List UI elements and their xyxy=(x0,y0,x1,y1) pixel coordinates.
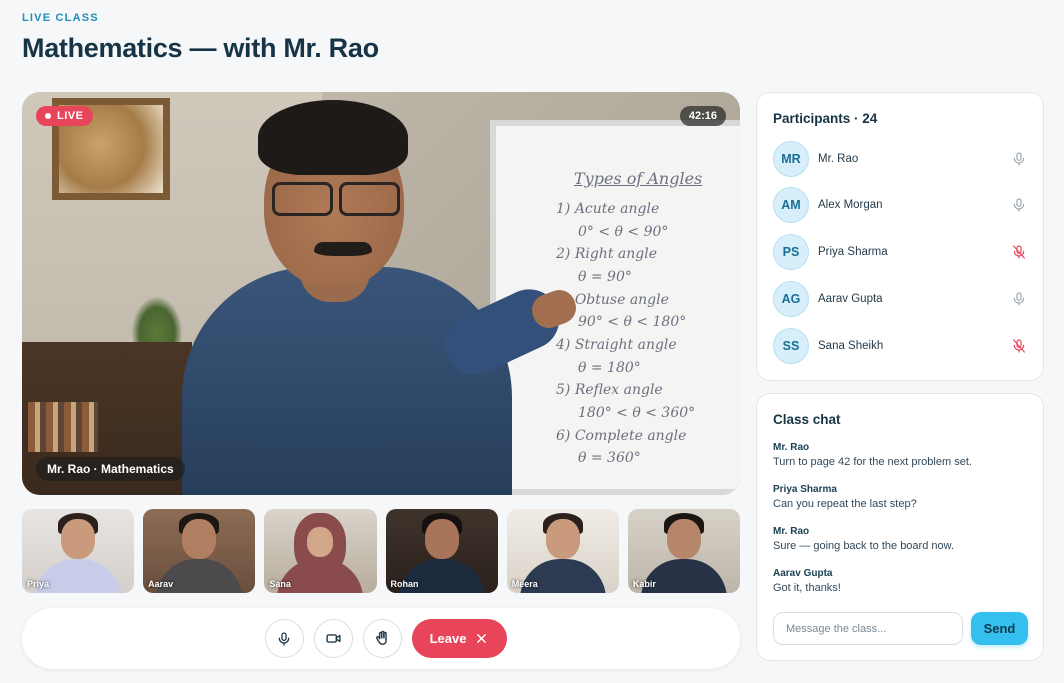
chat-author: Mr. Rao xyxy=(773,442,810,453)
chat-author: Aarav Gupta xyxy=(773,568,833,579)
participants-title: Participants · 24 xyxy=(773,111,878,126)
participant-row[interactable]: AG Aarav Gupta xyxy=(773,281,1031,317)
thumbnail-priya[interactable]: Priya xyxy=(22,509,135,593)
thumbnail-name: Aarav xyxy=(148,579,174,589)
call-controls: Leave xyxy=(22,608,740,669)
thumbnail-name: Priya xyxy=(27,579,50,589)
leave-button[interactable]: Leave xyxy=(411,619,508,658)
page-title: Mathematics — with Mr. Rao xyxy=(22,33,379,63)
thumbnail-rohan[interactable]: Rohan xyxy=(385,509,498,593)
avatar: AM xyxy=(773,187,809,223)
thumbnail-meera[interactable]: Meera xyxy=(506,509,619,593)
mic-icon[interactable] xyxy=(1011,151,1027,167)
participant-name: Mr. Rao xyxy=(818,153,859,165)
chat-message: Priya Sharma Can you repeat the last ste… xyxy=(773,484,1031,510)
chat-input[interactable] xyxy=(773,612,963,645)
participant-row[interactable]: MR Mr. Rao xyxy=(773,141,1031,177)
board-line: 90° < θ < 180° xyxy=(578,314,687,331)
mic-button[interactable] xyxy=(264,619,304,658)
eyebrow-label: LIVE CLASS xyxy=(22,12,99,24)
board-line: θ = 180° xyxy=(578,359,641,376)
send-button[interactable]: Send xyxy=(971,612,1028,645)
mic-muted-icon[interactable] xyxy=(1011,244,1027,260)
chat-message: Aarav Gupta Got it, thanks! xyxy=(773,568,1031,594)
chat-text: Turn to page 42 for the next problem set… xyxy=(773,456,972,468)
camera-button[interactable] xyxy=(313,619,353,658)
teacher-figure xyxy=(172,92,581,495)
thumbnail-sana[interactable]: Sana xyxy=(264,509,377,593)
board-line: 2) Right angle xyxy=(556,246,657,263)
chat-message: Mr. Rao Turn to page 42 for the next pro… xyxy=(773,442,1031,468)
thumbnail-name: Kabir xyxy=(632,579,656,589)
mic-icon[interactable] xyxy=(1011,197,1027,213)
participant-name: Priya Sharma xyxy=(818,246,888,258)
participant-name: Aarav Gupta xyxy=(818,293,883,305)
raise-hand-icon xyxy=(375,630,387,645)
participant-row[interactable]: AM Alex Morgan xyxy=(773,187,1031,223)
avatar: PS xyxy=(773,234,809,270)
chat-message: Mr. Rao Sure — going back to the board n… xyxy=(773,526,1031,552)
board-line: θ = 90° xyxy=(578,268,632,285)
board-line: 6) Complete angle xyxy=(556,427,687,444)
board-line: 180° < θ < 360° xyxy=(578,404,696,421)
main-video[interactable]: Types of Angles 1) Acute angle 0° < θ < … xyxy=(22,92,740,495)
board-title: Types of Angles xyxy=(574,169,703,188)
board-line: 3) Obtuse angle xyxy=(556,291,669,308)
thumbnail-name: Rohan xyxy=(390,579,419,589)
leave-label: Leave xyxy=(429,631,467,646)
board-line: θ = 360° xyxy=(578,450,641,467)
participant-row[interactable]: SS Sana Sheikh xyxy=(773,328,1031,364)
participant-thumbnails: Priya Aarav Sana Rohan Meera Kabir xyxy=(22,509,741,593)
chat-text: Can you repeat the last step? xyxy=(773,498,917,510)
avatar: SS xyxy=(773,328,809,364)
thumbnail-name: Meera xyxy=(511,579,538,589)
avatar: MR xyxy=(773,141,809,177)
board-line: 1) Acute angle xyxy=(556,200,660,217)
thumbnail-aarav[interactable]: Aarav xyxy=(143,509,256,593)
participants-panel: Participants · 24 MR Mr. Rao AM Alex Mor… xyxy=(756,92,1044,381)
thumbnail-kabir[interactable]: Kabir xyxy=(627,509,741,593)
mic-icon xyxy=(278,631,290,646)
live-badge: LIVE xyxy=(36,106,94,126)
board-line: 0° < θ < 90° xyxy=(578,223,669,240)
board-line: 5) Reflex angle xyxy=(556,382,663,399)
chat-author: Priya Sharma xyxy=(773,484,837,495)
camera-icon xyxy=(325,634,341,643)
chat-text: Sure — going back to the board now. xyxy=(773,540,955,552)
mic-icon[interactable] xyxy=(1011,291,1027,307)
raise-hand-button[interactable] xyxy=(362,619,402,658)
chat-panel: Class chat Mr. Rao Turn to page 42 for t… xyxy=(756,393,1044,661)
chat-text: Got it, thanks! xyxy=(773,582,841,594)
participant-name: Sana Sheikh xyxy=(818,340,884,352)
mic-muted-icon[interactable] xyxy=(1011,338,1027,354)
live-dot-icon xyxy=(45,113,51,119)
participant-name: Alex Morgan xyxy=(818,199,883,211)
close-icon xyxy=(477,634,487,643)
avatar: AG xyxy=(773,281,809,317)
board-line: 4) Straight angle xyxy=(556,336,677,353)
speaker-label: Mr. Rao · Mathematics xyxy=(36,457,185,481)
timer-badge: 42:16 xyxy=(679,106,726,126)
chat-title: Class chat xyxy=(773,412,841,427)
participant-row[interactable]: PS Priya Sharma xyxy=(773,234,1031,270)
thumbnail-name: Sana xyxy=(269,579,291,589)
chat-author: Mr. Rao xyxy=(773,526,810,537)
live-label: LIVE xyxy=(57,110,84,122)
